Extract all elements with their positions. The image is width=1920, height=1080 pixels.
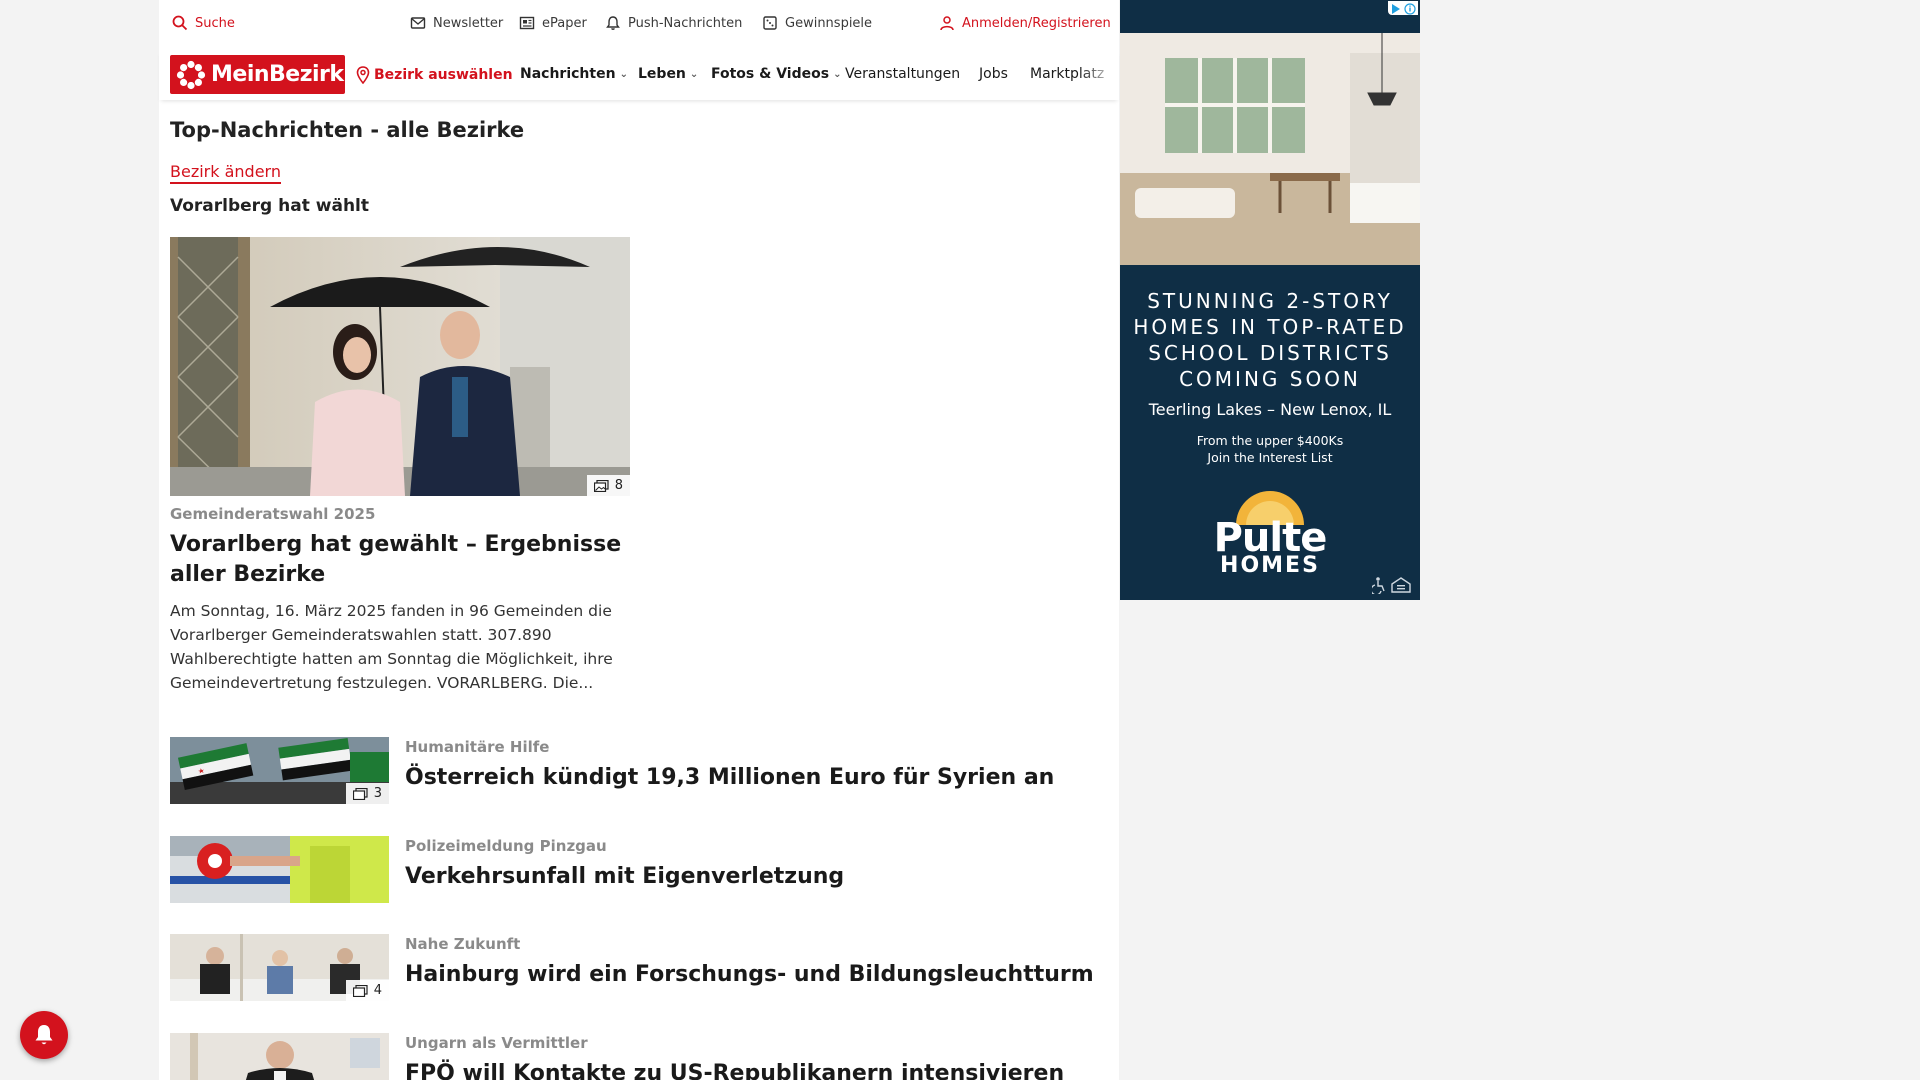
nav-label: Jobs — [979, 66, 1008, 82]
nav-item-leben[interactable]: Leben ⌄ — [638, 66, 698, 82]
nav-label: Leben — [638, 66, 686, 82]
epaper-link[interactable]: ePaper — [519, 14, 587, 32]
dice-icon — [763, 16, 777, 30]
ad-price: From the upper $400Ks — [1196, 433, 1344, 448]
chevron-down-icon: ⌄ — [833, 68, 842, 80]
nav-item-veranstaltungen[interactable]: Veranstaltungen — [845, 66, 960, 82]
chevron-down-icon: ⌄ — [689, 68, 699, 80]
change-district-link[interactable]: Bezirk ändern — [170, 162, 281, 184]
gallery-count: 8 — [614, 478, 623, 493]
bell-icon — [606, 16, 620, 30]
article-thumbnail[interactable]: 4 — [170, 934, 389, 1001]
hero-teaser: Am Sonntag, 16. März 2025 fanden in 96 G… — [170, 602, 613, 692]
ad-headline-line: STUNNING 2-STORY — [1147, 289, 1393, 313]
location-pin-icon — [356, 66, 370, 84]
article-kicker: Humanitäre Hilfe — [405, 738, 550, 756]
hero-article-image[interactable]: 8 — [170, 237, 630, 496]
search-label: Suche — [195, 15, 235, 31]
utility-bar: Suche Newsletter ePaper Push-Nachrichten… — [159, 0, 1119, 46]
ad-price-block: From the upper $400Ks Join the Interest … — [1120, 432, 1420, 466]
section-title: Vorarlberg hat wählt — [170, 196, 369, 216]
article-thumbnail[interactable] — [170, 836, 389, 903]
search-button[interactable]: Suche — [172, 14, 235, 32]
epaper-label: ePaper — [542, 15, 587, 31]
ad-cta: Join the Interest List — [1207, 450, 1333, 465]
mail-icon — [410, 17, 426, 29]
ad-interior-photo — [1120, 33, 1420, 265]
ad-choices-icon[interactable] — [1388, 1, 1418, 15]
main-navigation: MeinBezirk Bezirk auswählen Nachrichten ⌄… — [159, 50, 1119, 100]
nav-item-nachrichten[interactable]: Nachrichten ⌄ — [520, 66, 628, 82]
ad-headline-line: SCHOOL DISTRICTS — [1148, 341, 1392, 365]
login-link[interactable]: Anmelden/Registrieren — [939, 14, 1111, 32]
ad-headline-line: COMING SOON — [1179, 367, 1361, 391]
site-logo[interactable]: MeinBezirk — [170, 55, 345, 94]
nav-overflow-fade — [1079, 50, 1119, 100]
login-label: Anmelden/Registrieren — [962, 15, 1111, 31]
gallery-count: 3 — [373, 786, 382, 801]
gallery-count-badge: 4 — [345, 980, 389, 1001]
newsletter-link[interactable]: Newsletter — [410, 14, 503, 32]
gallery-icon — [593, 479, 609, 492]
advertisement-banner[interactable]: STUNNING 2-STORY HOMES IN TOP-RATED SCHO… — [1120, 0, 1420, 600]
nav-label: Veranstaltungen — [845, 66, 961, 82]
logo-flower-icon — [176, 60, 206, 89]
district-select[interactable]: Bezirk auswählen — [356, 66, 513, 84]
article-thumbnail[interactable] — [170, 1033, 389, 1080]
push-notifications-link[interactable]: Push-Nachrichten — [605, 14, 742, 32]
search-icon — [172, 15, 188, 31]
article-thumbnail[interactable]: 3 — [170, 737, 389, 804]
article-kicker: Polizeimeldung Pinzgau — [405, 837, 607, 855]
gallery-icon — [352, 787, 368, 800]
ad-headline: STUNNING 2-STORY HOMES IN TOP-RATED SCHO… — [1120, 288, 1420, 392]
article-kicker: Nahe Zukunft — [405, 935, 521, 953]
newsletter-label: Newsletter — [433, 15, 504, 31]
gallery-count-badge: 3 — [345, 783, 389, 804]
hero-photo — [170, 237, 630, 496]
ad-location: Teerling Lakes – New Lenox, IL — [1148, 400, 1392, 419]
article-headline[interactable]: Verkehrsunfall mit Eigenverletzung — [405, 864, 844, 889]
bell-icon — [35, 1025, 53, 1045]
hero-kicker: Gemeinderatswahl 2025 — [170, 505, 376, 523]
article-headline[interactable]: FPÖ will Kontakte zu US-Republikanern in… — [405, 1061, 1064, 1080]
district-select-label: Bezirk auswählen — [374, 67, 513, 83]
nav-label: Fotos & Videos — [711, 66, 830, 82]
chevron-down-icon: ⌄ — [619, 68, 628, 80]
hero-headline[interactable]: Vorarlberg hat gewählt – Ergebnisse alle… — [170, 530, 630, 590]
nav-item-fotos-videos[interactable]: Fotos & Videos ⌄ — [711, 66, 841, 82]
user-icon — [940, 16, 954, 31]
contests-link[interactable]: Gewinnspiele — [762, 14, 872, 32]
article-kicker: Ungarn als Vermittler — [405, 1034, 588, 1052]
contests-label: Gewinnspiele — [785, 15, 873, 31]
ad-headline-line: HOMES IN TOP-RATED — [1133, 315, 1407, 339]
article-photo — [170, 1033, 389, 1080]
gallery-icon — [352, 984, 368, 997]
page-title: Top-Nachrichten - alle Bezirke — [170, 118, 525, 142]
article-photo — [170, 836, 389, 903]
logo-text: MeinBezirk — [211, 62, 344, 87]
gallery-count: 4 — [373, 983, 382, 998]
nav-label: Nachrichten — [520, 66, 616, 82]
main-column: Suche Newsletter ePaper Push-Nachrichten… — [159, 0, 1119, 1080]
push-label: Push-Nachrichten — [628, 15, 743, 31]
article-headline[interactable]: Österreich kündigt 19,3 Millionen Euro f… — [405, 765, 1054, 790]
ad-brand-sub: HOMES — [1220, 553, 1320, 578]
newspaper-icon — [519, 16, 535, 30]
ad-accessibility-icons — [1372, 577, 1411, 594]
gallery-count-badge: 8 — [586, 475, 630, 496]
article-headline[interactable]: Hainburg wird ein Forschungs- und Bildun… — [405, 962, 1094, 987]
nav-item-jobs[interactable]: Jobs — [979, 66, 1008, 82]
notification-bell-button[interactable] — [20, 1011, 68, 1059]
